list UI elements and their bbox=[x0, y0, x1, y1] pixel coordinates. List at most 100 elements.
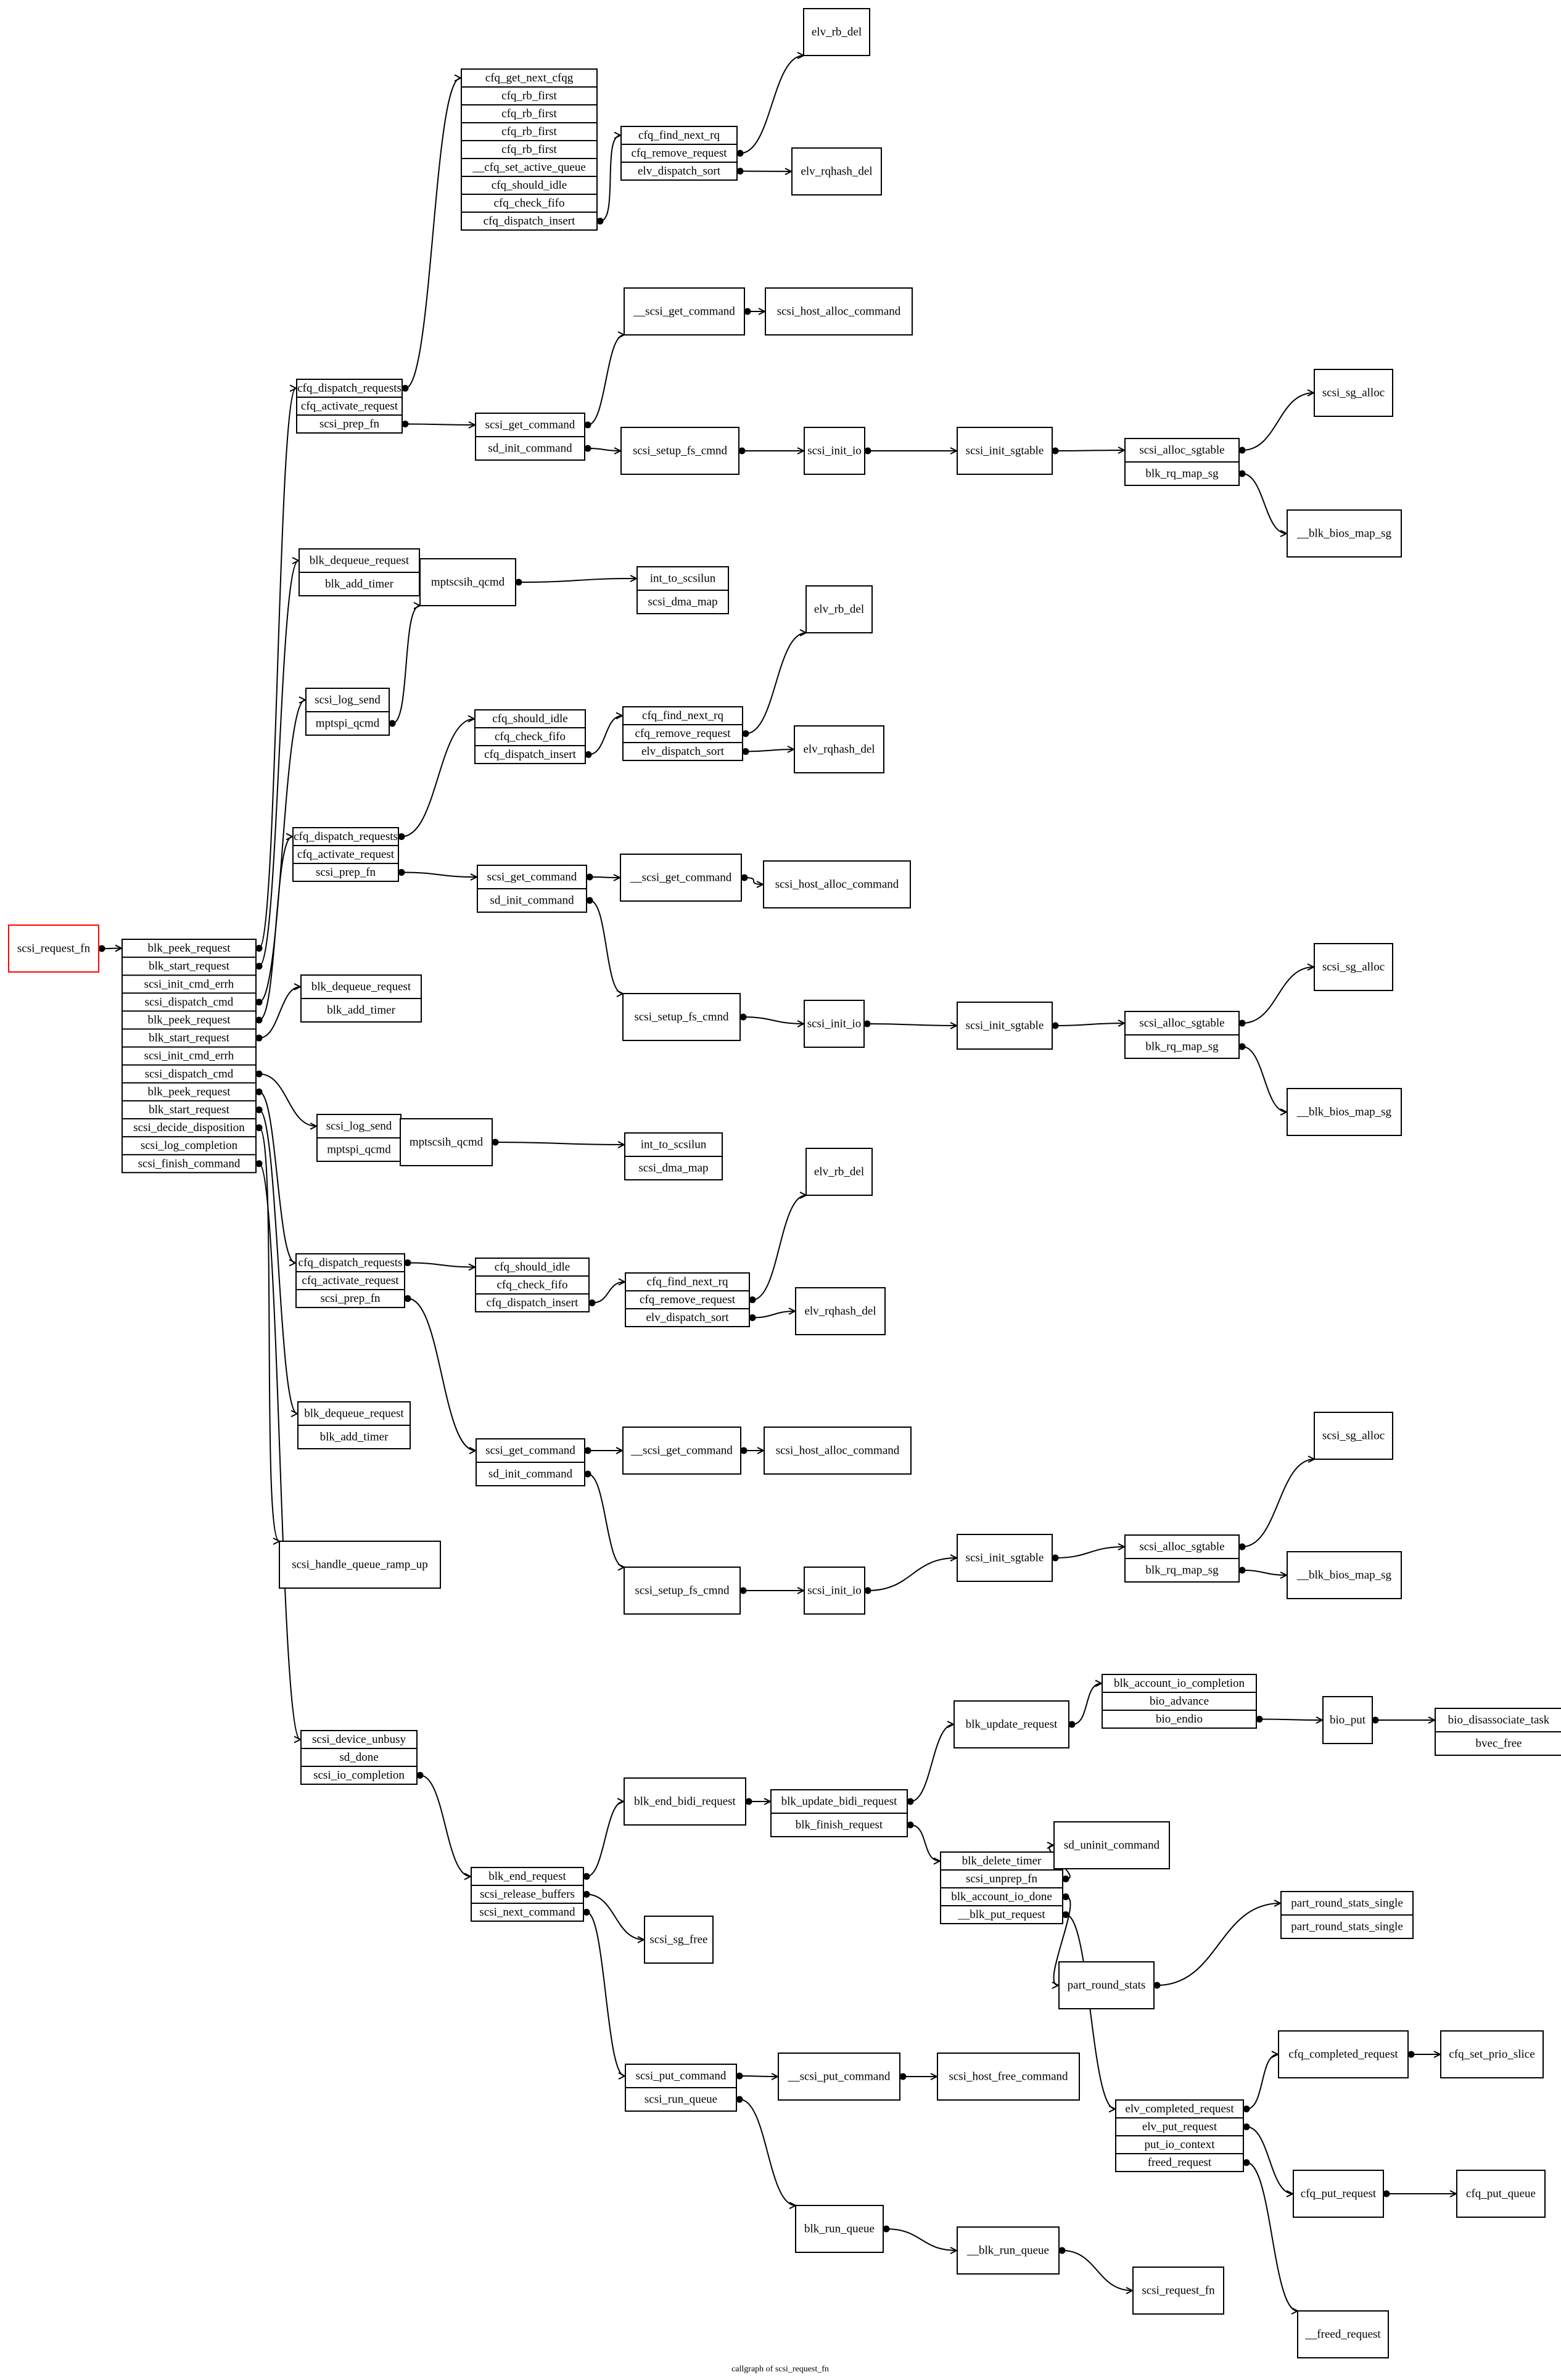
function-name[interactable]: cfq_check_fifo bbox=[497, 1279, 568, 1291]
function-name[interactable]: scsi_setup_fs_cmnd bbox=[635, 1584, 730, 1597]
function-node[interactable]: blk_delete_timer scsi_unprep_fn blk_accoun… bbox=[940, 1851, 1063, 1924]
function-name[interactable]: scsi_prep_fn bbox=[320, 1292, 381, 1305]
function-name[interactable]: cfq_completed_request bbox=[1288, 2048, 1398, 2061]
function-name[interactable]: cfq_put_queue bbox=[1466, 2188, 1536, 2201]
function-name[interactable]: scsi_init_cmd_errh bbox=[144, 978, 234, 990]
function-node[interactable]: scsi_host_alloc_command bbox=[765, 287, 913, 336]
function-name[interactable]: blk_peek_request bbox=[147, 1085, 231, 1098]
function-name[interactable]: blk_account_io_done bbox=[951, 1890, 1052, 1903]
function-name[interactable]: sd_done bbox=[339, 1751, 378, 1764]
function-node[interactable]: scsi_alloc_sgtable blk_rq_map_sg bbox=[1124, 438, 1240, 486]
function-name[interactable]: int_to_scsilun bbox=[650, 572, 716, 585]
function-name[interactable]: mptscsih_qcmd bbox=[410, 1136, 484, 1149]
function-node[interactable]: blk_dequeue_request blk_add_timer bbox=[297, 1401, 411, 1449]
function-name[interactable]: blk_rq_map_sg bbox=[1145, 1564, 1219, 1577]
function-name[interactable]: cfq_rb_first bbox=[501, 89, 557, 102]
function-name[interactable]: scsi_prep_fn bbox=[316, 866, 376, 879]
function-node[interactable]: scsi_get_command sd_init_command bbox=[477, 865, 587, 913]
function-name[interactable]: scsi_init_sgtable bbox=[966, 445, 1044, 458]
function-node[interactable]: __blk_run_queue bbox=[957, 2226, 1060, 2275]
function-name[interactable]: cfq_find_next_rq bbox=[647, 1275, 728, 1288]
function-node[interactable]: scsi_sg_free bbox=[644, 1916, 714, 1964]
function-name[interactable]: scsi_host_alloc_command bbox=[777, 305, 901, 318]
function-node[interactable]: scsi_setup_fs_cmnd bbox=[622, 993, 741, 1041]
function-name[interactable]: scsi_put_command bbox=[636, 2070, 727, 2083]
function-node[interactable]: bio_disassociate_task bvec_free bbox=[1435, 1708, 1561, 1756]
function-node[interactable]: scsi_setup_fs_cmnd bbox=[620, 427, 739, 475]
function-node[interactable]: __blk_bios_map_sg bbox=[1287, 1551, 1402, 1599]
function-name[interactable]: scsi_unprep_fn bbox=[966, 1872, 1038, 1885]
function-name[interactable]: scsi_release_buffers bbox=[480, 1888, 575, 1901]
function-name[interactable]: cfq_check_fifo bbox=[494, 197, 565, 210]
function-name[interactable]: __scsi_get_command bbox=[630, 871, 732, 884]
function-name[interactable]: bio_endio bbox=[1156, 1713, 1203, 1726]
function-name[interactable]: put_io_context bbox=[1145, 2138, 1216, 2151]
function-name[interactable]: scsi_prep_fn bbox=[319, 418, 380, 430]
function-name[interactable]: cfq_remove_request bbox=[631, 147, 727, 160]
function-node[interactable]: __scsi_get_command bbox=[620, 854, 742, 902]
function-name[interactable]: scsi_log_completion bbox=[141, 1139, 238, 1152]
function-name[interactable]: cfq_dispatch_insert bbox=[484, 748, 577, 761]
function-node[interactable]: elv_rb_del bbox=[805, 1148, 873, 1196]
function-name[interactable]: blk_finish_request bbox=[796, 1819, 883, 1832]
function-name[interactable]: scsi_device_unbusy bbox=[312, 1733, 406, 1746]
function-name[interactable]: mptscsih_qcmd bbox=[431, 576, 505, 589]
function-name[interactable]: scsi_host_free_command bbox=[949, 2070, 1068, 2083]
function-name[interactable]: mptspi_qcmd bbox=[327, 1143, 391, 1156]
function-name[interactable]: cfq_should_idle bbox=[495, 1261, 570, 1274]
function-node[interactable]: sd_uninit_command bbox=[1053, 1821, 1170, 1869]
function-node[interactable]: part_round_stats bbox=[1058, 1961, 1155, 2009]
function-name[interactable]: scsi_get_command bbox=[487, 871, 577, 884]
function-node[interactable]: scsi_init_sgtable bbox=[957, 1534, 1053, 1582]
function-name[interactable]: blk_end_request bbox=[488, 1870, 566, 1883]
function-node[interactable]: elv_rqhash_del bbox=[791, 147, 882, 196]
function-name[interactable]: scsi_request_fn bbox=[1142, 2284, 1215, 2297]
function-node[interactable]: scsi_init_io bbox=[804, 1000, 865, 1048]
function-node[interactable]: scsi_setup_fs_cmnd bbox=[624, 1567, 741, 1615]
function-name[interactable]: freed_request bbox=[1148, 2156, 1212, 2169]
function-node[interactable]: scsi_init_sgtable bbox=[957, 427, 1053, 475]
function-name[interactable]: elv_dispatch_sort bbox=[641, 745, 725, 758]
function-name[interactable]: scsi_init_io bbox=[807, 1018, 862, 1031]
function-name[interactable]: blk_add_timer bbox=[320, 1431, 389, 1444]
function-name[interactable]: bio_disassociate_task bbox=[1448, 1714, 1550, 1727]
function-node[interactable]: mptscsih_qcmd bbox=[400, 1118, 493, 1166]
function-name[interactable]: cfq_set_prio_slice bbox=[1449, 2048, 1534, 2061]
function-name[interactable]: scsi_init_io bbox=[807, 445, 862, 458]
function-node[interactable]: scsi_handle_queue_ramp_up bbox=[279, 1541, 441, 1589]
function-name[interactable]: blk_update_request bbox=[966, 1718, 1058, 1731]
function-name[interactable]: blk_start_request bbox=[149, 1103, 230, 1116]
function-node[interactable]: blk_update_bidi_request blk_finish_reques… bbox=[770, 1789, 908, 1837]
function-node[interactable]: __blk_bios_map_sg bbox=[1287, 509, 1402, 558]
function-name[interactable]: cfq_rb_first bbox=[501, 107, 557, 120]
function-node[interactable]: scsi_init_sgtable bbox=[957, 1002, 1053, 1050]
function-name[interactable]: elv_rqhash_del bbox=[804, 1305, 876, 1318]
function-node[interactable]: scsi_log_send mptspi_qcmd bbox=[316, 1114, 402, 1162]
function-node[interactable]: blk_peek_request blk_start_request scsi_in… bbox=[122, 939, 257, 1174]
function-node[interactable]: scsi_get_command sd_init_command bbox=[475, 413, 585, 461]
function-node[interactable]: scsi_alloc_sgtable blk_rq_map_sg bbox=[1124, 1011, 1240, 1059]
function-name[interactable]: scsi_get_command bbox=[485, 419, 575, 432]
function-node[interactable]: scsi_host_alloc_command bbox=[763, 860, 911, 908]
function-node[interactable]: cfq_set_prio_slice bbox=[1440, 2030, 1544, 2078]
function-name[interactable]: blk_end_bidi_request bbox=[634, 1795, 736, 1808]
function-name[interactable]: blk_update_bidi_request bbox=[781, 1795, 898, 1808]
function-name[interactable]: cfq_dispatch_requests bbox=[294, 830, 398, 843]
function-node[interactable]: scsi_request_fn bbox=[8, 924, 99, 973]
function-name[interactable]: scsi_sg_alloc bbox=[1322, 1430, 1385, 1443]
function-name[interactable]: scsi_log_send bbox=[326, 1120, 392, 1133]
function-name[interactable]: scsi_decide_disposition bbox=[133, 1121, 245, 1134]
function-name[interactable]: cfq_put_request bbox=[1301, 2188, 1377, 2201]
function-name[interactable]: __blk_bios_map_sg bbox=[1296, 1106, 1392, 1119]
function-node[interactable]: elv_rb_del bbox=[805, 585, 873, 633]
function-node[interactable]: cfq_should_idle cfq_check_fifo cfq_dispatc… bbox=[474, 709, 586, 764]
function-name[interactable]: scsi_log_send bbox=[315, 694, 381, 707]
function-node[interactable]: __scsi_get_command bbox=[624, 287, 745, 336]
function-name[interactable]: __blk_run_queue bbox=[966, 2244, 1049, 2257]
function-node[interactable]: blk_update_request bbox=[953, 1700, 1069, 1748]
function-node[interactable]: blk_end_bidi_request bbox=[624, 1777, 746, 1826]
function-name[interactable]: __scsi_get_command bbox=[630, 1444, 733, 1457]
function-name[interactable]: blk_start_request bbox=[149, 1032, 230, 1045]
function-name[interactable]: elv_rb_del bbox=[812, 26, 862, 39]
function-name[interactable]: scsi_init_io bbox=[807, 1584, 862, 1597]
